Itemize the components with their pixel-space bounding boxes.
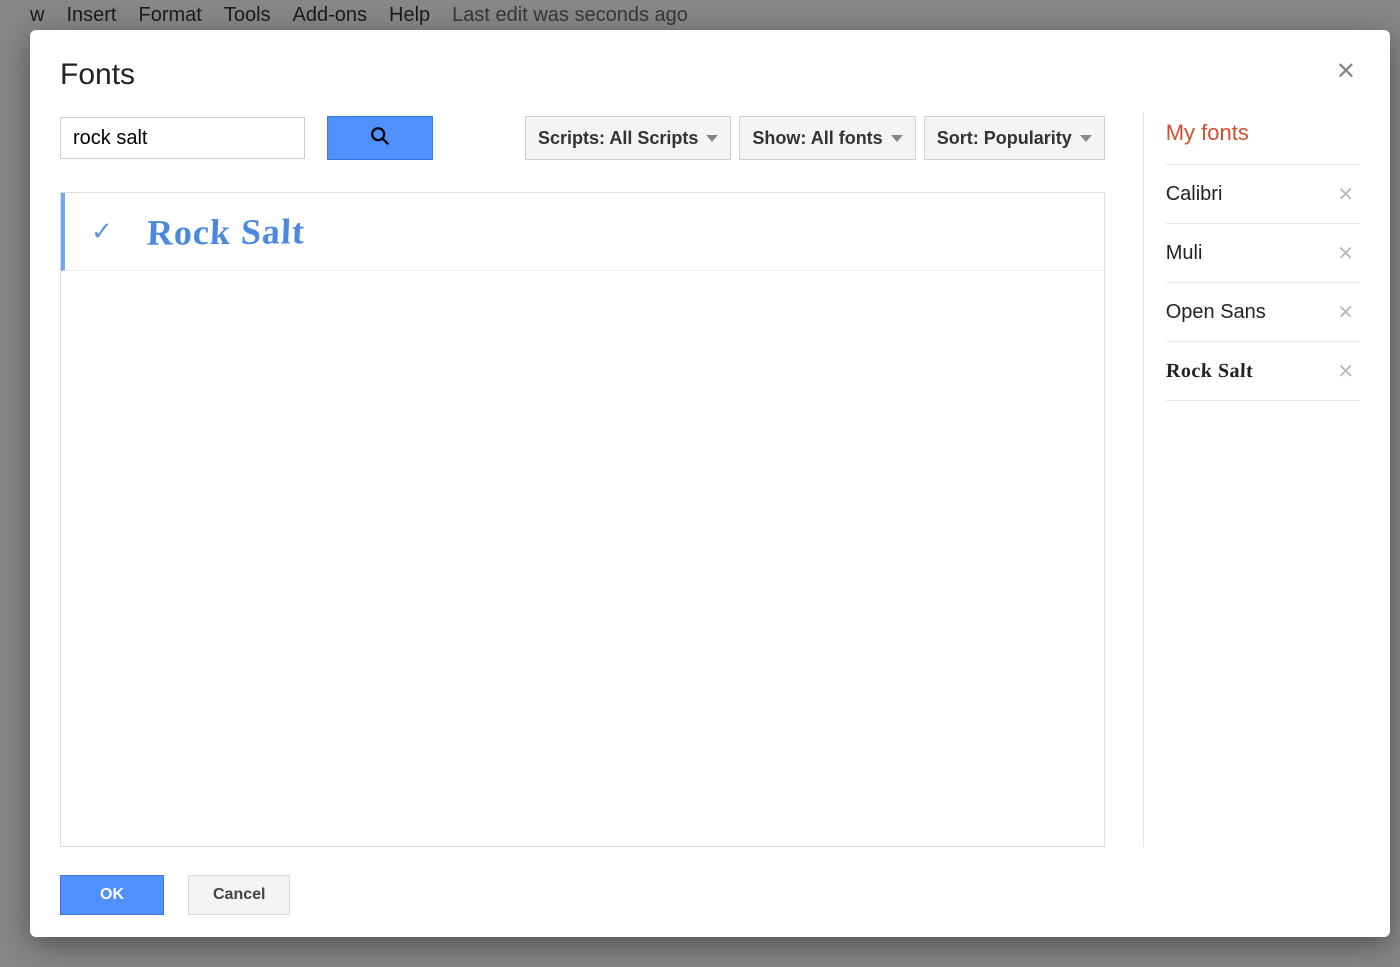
ok-button[interactable]: OK	[60, 875, 164, 915]
my-font-item[interactable]: Rock Salt ✕	[1166, 341, 1360, 401]
dialog-title: Fonts	[60, 58, 135, 92]
chevron-down-icon	[706, 135, 718, 142]
dialog-header: Fonts ✕	[60, 58, 1360, 116]
font-preview: Rock Salt	[146, 210, 306, 253]
my-font-item[interactable]: Muli ✕	[1166, 223, 1360, 282]
scripts-filter[interactable]: Scripts: All Scripts	[525, 116, 731, 160]
font-result-item[interactable]: ✓ Rock Salt	[61, 193, 1104, 271]
remove-font-button[interactable]: ✕	[1333, 237, 1358, 270]
chevron-down-icon	[1080, 135, 1092, 142]
remove-font-button[interactable]: ✕	[1333, 178, 1358, 211]
font-results-list: ✓ Rock Salt	[60, 192, 1105, 847]
search-input[interactable]	[60, 117, 305, 159]
controls-row: Scripts: All Scripts Show: All fonts Sor…	[60, 116, 1105, 160]
my-font-label: Open Sans	[1166, 301, 1266, 324]
my-font-label: Calibri	[1166, 183, 1223, 206]
check-icon: ✓	[91, 216, 115, 247]
sort-filter[interactable]: Sort: Popularity	[924, 116, 1105, 160]
my-fonts-pane: My fonts Calibri ✕ Muli ✕ Open Sans ✕ Ro…	[1143, 112, 1360, 847]
sort-filter-label: Sort: Popularity	[937, 128, 1072, 149]
fonts-dialog: Fonts ✕ Scripts: All Scripts	[30, 30, 1390, 937]
search-button[interactable]	[327, 116, 433, 160]
remove-font-button[interactable]: ✕	[1333, 355, 1358, 388]
my-font-item[interactable]: Open Sans ✕	[1166, 282, 1360, 341]
show-filter-label: Show: All fonts	[752, 128, 882, 149]
my-font-label: Rock Salt	[1165, 360, 1253, 383]
remove-font-button[interactable]: ✕	[1333, 296, 1358, 329]
dialog-footer: OK Cancel	[60, 847, 1360, 915]
chevron-down-icon	[891, 135, 903, 142]
left-pane: Scripts: All Scripts Show: All fonts Sor…	[60, 116, 1143, 847]
cancel-button[interactable]: Cancel	[188, 875, 290, 915]
search-icon	[369, 125, 391, 152]
show-filter[interactable]: Show: All fonts	[739, 116, 915, 160]
close-button[interactable]: ✕	[1332, 58, 1360, 86]
scripts-filter-label: Scripts: All Scripts	[538, 128, 698, 149]
my-font-item[interactable]: Calibri ✕	[1166, 164, 1360, 223]
my-fonts-title: My fonts	[1166, 112, 1360, 164]
my-font-label: Muli	[1166, 242, 1203, 265]
